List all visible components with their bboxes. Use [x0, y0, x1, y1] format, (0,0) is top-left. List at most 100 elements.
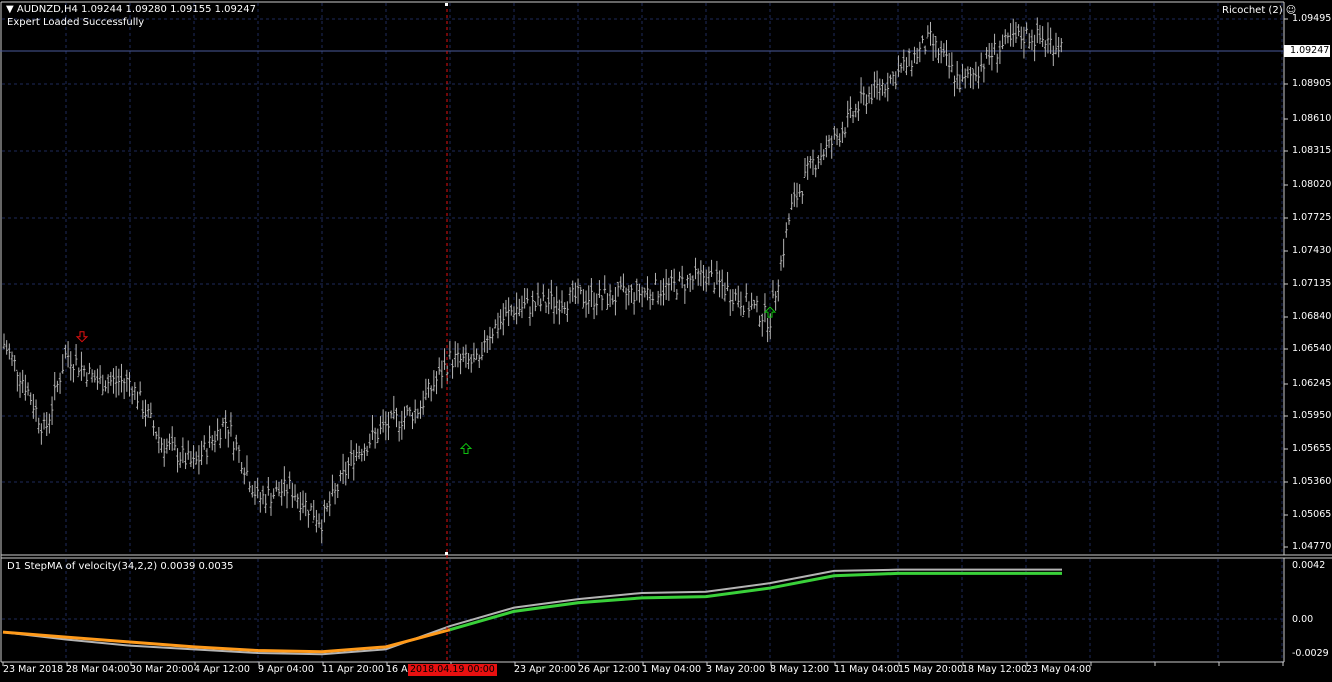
ohlc-bar: [734, 288, 737, 301]
ohlc-bar: [534, 301, 537, 312]
ohlc-bar: [464, 344, 468, 368]
ohlc-bar: [523, 288, 526, 309]
ohlc-bar: [921, 35, 924, 44]
ohlc-bar: [694, 257, 697, 280]
ohlc-bar: [667, 277, 671, 301]
ohlc-bar: [288, 471, 291, 489]
time-axis-label: 23 Mar 2018: [3, 664, 64, 675]
ohlc-bar: [291, 482, 294, 508]
ohlc-bar: [851, 110, 855, 124]
ohlc-bar: [13, 355, 16, 372]
ohlc-bar: [416, 408, 420, 419]
ohlc-bar: [627, 285, 631, 306]
ohlc-bar: [240, 461, 243, 474]
ohlc-bar: [670, 269, 673, 291]
ohlc-bar: [622, 273, 625, 293]
expert-advisor-label[interactable]: Ricochet (2) ☺: [1222, 5, 1296, 17]
time-axis-label: 26 Apr 12:00: [578, 664, 640, 675]
ohlc-bar: [400, 410, 404, 440]
ohlc-bar: [395, 407, 398, 428]
ohlc-bar: [747, 301, 751, 318]
price-axis-label: 1.08020: [1292, 179, 1332, 190]
price-axis-label: 1.05950: [1292, 410, 1332, 421]
ohlc-bar: [275, 480, 278, 492]
ohlc-bar: [213, 430, 217, 453]
ohlc-bar: [739, 291, 743, 316]
ohlc-bar: [675, 289, 679, 300]
ohlc-bar: [744, 283, 748, 302]
ohlc-bar: [61, 354, 65, 374]
ohlc-bar: [843, 127, 847, 138]
ohlc-bar: [873, 71, 876, 98]
ohlc-bar: [782, 238, 785, 268]
ohlc-bar: [728, 289, 732, 316]
ohlc-bar: [32, 393, 35, 419]
ohlc-bar: [662, 278, 665, 306]
ohlc-bar: [208, 425, 211, 448]
ohlc-bar: [173, 436, 177, 451]
ohlc-bar: [488, 326, 492, 350]
dropdown-triangle-icon[interactable]: ▼: [6, 4, 14, 15]
ohlc-bar: [504, 299, 508, 317]
ohlc-bar: [841, 121, 844, 143]
ohlc-bar: [619, 276, 623, 290]
ohlc-bar: [453, 341, 457, 368]
ohlc-bar: [341, 453, 345, 484]
ohlc-bar: [520, 295, 524, 319]
ohlc-bar: [803, 157, 807, 179]
ohlc-bar: [427, 378, 430, 398]
ohlc-bar: [651, 291, 655, 306]
chart-window[interactable]: [0, 0, 1332, 682]
ohlc-bar: [347, 457, 350, 479]
ohlc-bar: [760, 313, 764, 337]
ohlc-bar: [1030, 29, 1034, 51]
ohlc-bar: [518, 298, 521, 317]
ohlc-bar: [579, 285, 583, 295]
ohlc-bar: [40, 423, 43, 445]
ohlc-bar: [536, 282, 540, 306]
ohlc-bar: [678, 271, 681, 282]
ohlc-bar: [1027, 33, 1031, 49]
ohlc-bar: [827, 134, 831, 149]
ohlc-bar: [638, 283, 641, 303]
symbol-header[interactable]: ▼ AUDNZD,H4 1.09244 1.09280 1.09155 1.09…: [6, 4, 256, 16]
ohlc-bar: [475, 348, 478, 361]
ohlc-bar: [299, 492, 302, 521]
ohlc-bar: [480, 342, 484, 361]
ohlc-bar: [985, 47, 988, 59]
ohlc-bar: [77, 367, 81, 378]
ohlc-bar: [2, 333, 6, 350]
ohlc-bar: [1035, 17, 1039, 44]
ohlc-bar: [365, 445, 369, 456]
ohlc-bar: [259, 492, 262, 513]
ohlc-bar: [731, 289, 735, 312]
buy-arrow-icon: [459, 442, 473, 455]
ohlc-bar: [277, 481, 281, 497]
ohlc-bar: [16, 369, 19, 392]
ohlc-bar: [894, 71, 898, 90]
ohlc-bar: [106, 374, 110, 394]
ohlc-bar: [691, 275, 695, 290]
ohlc-bar: [774, 291, 777, 311]
time-axis-label: 15 May 20:00: [898, 664, 964, 675]
ohlc-bar: [403, 406, 406, 430]
ohlc-bar: [558, 299, 561, 325]
ohlc-bar: [950, 52, 954, 73]
ohlc-bar: [696, 268, 700, 286]
ohlc-bar: [10, 351, 14, 366]
ohlc-bar: [112, 368, 115, 394]
ohlc-bar: [435, 371, 438, 395]
price-axis-label: 1.08315: [1292, 145, 1332, 156]
ohlc-bar: [424, 378, 428, 401]
ohlc-bar: [806, 156, 809, 180]
ohlc-bar: [942, 43, 946, 58]
ohlc-bar: [66, 341, 70, 368]
time-axis-label: 23 Apr 20:00: [514, 664, 576, 675]
ohlc-bar: [122, 378, 126, 400]
ohlc-bar: [408, 406, 412, 417]
ohlc-bar: [643, 287, 647, 298]
ohlc-bar: [672, 268, 676, 293]
ohlc-bar: [499, 309, 502, 330]
ohlc-bar: [485, 335, 489, 353]
indicator-axis-min: -0.0029: [1292, 648, 1329, 659]
